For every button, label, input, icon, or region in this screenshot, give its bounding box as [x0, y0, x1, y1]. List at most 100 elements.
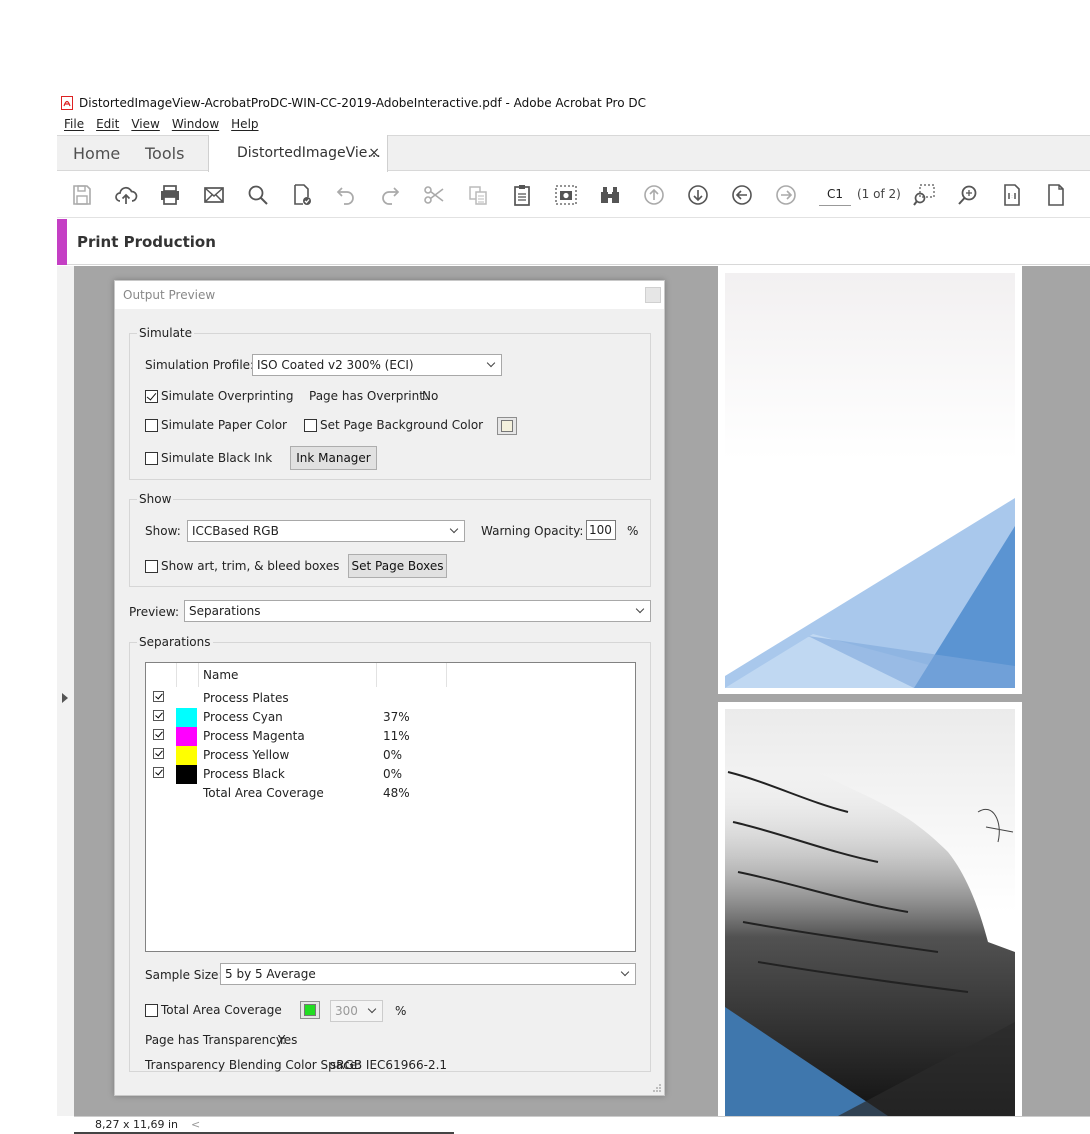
menu-edit[interactable]: Edit	[96, 117, 119, 131]
chevron-down-icon	[483, 355, 501, 375]
separation-row[interactable]: Total Area Coverage 48%	[146, 784, 635, 803]
dialog-title: Output Preview	[115, 281, 664, 309]
separations-legend: Separations	[137, 635, 213, 649]
cut-icon[interactable]	[421, 182, 447, 208]
menu-window[interactable]: Window	[172, 117, 219, 131]
tac-value-select[interactable]: 300	[330, 1000, 383, 1022]
paste-icon[interactable]	[509, 182, 535, 208]
column-name-header: Name	[203, 668, 239, 682]
forward-icon[interactable]	[773, 182, 799, 208]
tab-home[interactable]: Home	[73, 136, 120, 172]
sample-size-select[interactable]: 5 by 5 Average	[220, 963, 636, 985]
search-icon[interactable]	[245, 182, 271, 208]
prev-view-icon[interactable]	[641, 182, 667, 208]
separation-row[interactable]: Process Yellow 0%	[146, 746, 635, 765]
total-area-coverage-label: Total Area Coverage	[161, 1003, 282, 1017]
marquee-zoom-icon[interactable]	[911, 182, 937, 208]
page-2-artwork	[725, 709, 1015, 1116]
simulate-black-ink-label: Simulate Black Ink	[161, 451, 273, 465]
page-thumbnail-1	[718, 266, 1022, 694]
simulate-black-ink-checkbox[interactable]	[145, 452, 158, 465]
save-icon[interactable]	[69, 182, 95, 208]
menu-file[interactable]: File	[64, 117, 84, 131]
warning-opacity-input[interactable]: 100	[586, 520, 616, 540]
page-1-artwork	[725, 273, 1015, 688]
show-label: Show:	[145, 524, 181, 538]
dialog-close-button[interactable]	[645, 287, 661, 303]
separation-name: Process Yellow	[203, 748, 290, 762]
scroll-left-icon[interactable]: <	[191, 1117, 200, 1133]
tac-color-swatch[interactable]	[300, 1001, 320, 1019]
separation-row[interactable]: Process Black 0%	[146, 765, 635, 784]
page-background-color-label: Set Page Background Color	[320, 418, 484, 432]
simulation-profile-select[interactable]: ISO Coated v2 300% (ECI)	[252, 354, 502, 376]
close-tab-icon[interactable]: ×	[368, 135, 380, 171]
background-color-swatch[interactable]	[497, 417, 517, 435]
upload-cloud-icon[interactable]	[113, 182, 139, 208]
tab-tools[interactable]: Tools	[145, 136, 184, 172]
simulate-legend: Simulate	[137, 326, 195, 340]
sample-size-value: 5 by 5 Average	[225, 967, 316, 981]
separation-row[interactable]: Process Plates	[146, 689, 635, 708]
zoom-icon[interactable]	[955, 182, 981, 208]
separation-row[interactable]: Process Cyan 37%	[146, 708, 635, 727]
next-view-icon[interactable]	[685, 182, 711, 208]
separation-checkbox[interactable]	[153, 691, 164, 702]
panel-accent	[57, 219, 67, 265]
separation-row[interactable]: Process Magenta 11%	[146, 727, 635, 746]
separation-checkbox[interactable]	[153, 710, 164, 721]
status-bar: 8,27 x 11,69 in <	[74, 1116, 1090, 1134]
separation-checkbox[interactable]	[153, 729, 164, 740]
page-number-input[interactable]: C1	[819, 182, 851, 206]
separation-checkbox[interactable]	[153, 748, 164, 759]
email-icon[interactable]	[201, 182, 227, 208]
separation-coverage: 48%	[383, 786, 410, 800]
menu-help[interactable]: Help	[231, 117, 258, 131]
back-icon[interactable]	[729, 182, 755, 208]
snapshot-icon[interactable]	[553, 182, 579, 208]
separations-header: Name	[146, 663, 635, 687]
print-icon[interactable]	[157, 182, 183, 208]
separations-list[interactable]: Name Process Plates Process Cyan 37% Proces…	[145, 662, 636, 952]
column-divider	[198, 663, 199, 687]
separation-checkbox[interactable]	[153, 767, 164, 778]
sample-size-label: Sample Size:	[145, 968, 223, 982]
expand-arrow-icon[interactable]	[62, 693, 68, 703]
swatch-color	[501, 420, 513, 432]
warning-opacity-percent: %	[627, 524, 639, 538]
copy-icon[interactable]	[465, 182, 491, 208]
ink-swatch	[176, 746, 197, 765]
toolbar: C1 (1 of 2)	[57, 172, 1090, 218]
simulate-overprinting-checkbox[interactable]	[145, 390, 158, 403]
ink-swatch	[176, 708, 197, 727]
ink-manager-button[interactable]: Ink Manager	[290, 446, 377, 470]
separation-name: Process Magenta	[203, 729, 305, 743]
separation-name: Process Plates	[203, 691, 289, 705]
single-page-icon[interactable]	[1043, 182, 1069, 208]
preview-select[interactable]: Separations	[184, 600, 651, 622]
page-background-color-checkbox[interactable]	[304, 419, 317, 432]
show-boxes-checkbox[interactable]	[145, 560, 158, 573]
left-panel-toggle[interactable]	[57, 266, 74, 1116]
blending-space-value: sRGB IEC61966-2.1	[330, 1058, 448, 1072]
menu-bar: File Edit View Window Help	[57, 114, 1090, 134]
transparency-value: Yes	[278, 1033, 298, 1047]
separation-coverage: 0%	[383, 748, 403, 762]
find-binoculars-icon[interactable]	[597, 182, 623, 208]
total-area-coverage-checkbox[interactable]	[145, 1004, 158, 1017]
redo-icon[interactable]	[377, 182, 403, 208]
scan-ocr-icon[interactable]	[289, 182, 315, 208]
column-divider	[176, 663, 177, 687]
simulate-paper-color-checkbox[interactable]	[145, 419, 158, 432]
resize-grip-icon[interactable]	[652, 1083, 662, 1093]
menu-view[interactable]: View	[131, 117, 159, 131]
set-page-boxes-button[interactable]: Set Page Boxes	[348, 554, 447, 578]
tab-document[interactable]: DistortedImageVie... ×	[208, 135, 388, 172]
swatch-color	[304, 1004, 316, 1016]
separation-name: Total Area Coverage	[203, 786, 324, 800]
undo-icon[interactable]	[333, 182, 359, 208]
column-divider	[446, 663, 447, 687]
show-select[interactable]: ICCBased RGB	[187, 520, 465, 542]
actual-size-icon[interactable]	[999, 182, 1025, 208]
show-legend: Show	[137, 492, 174, 506]
